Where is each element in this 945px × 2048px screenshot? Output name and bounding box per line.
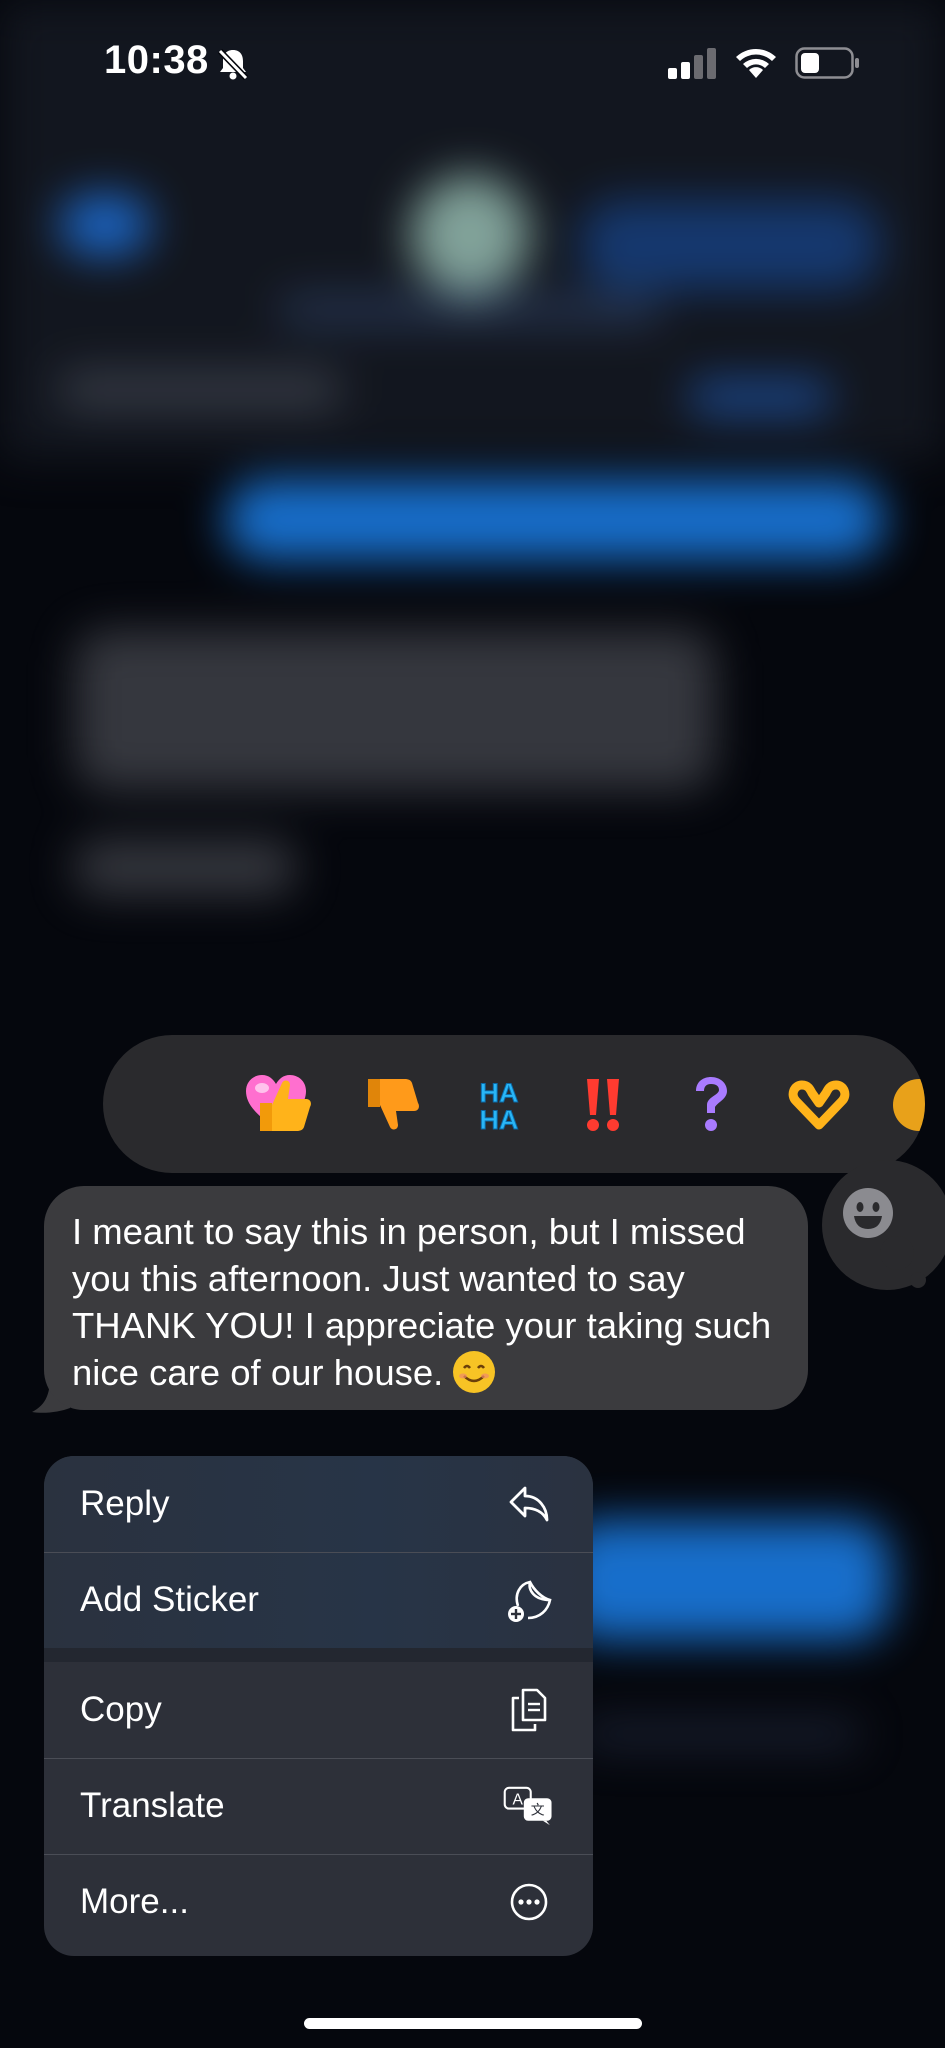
translate-menu-item[interactable]: Translate A 文 [44, 1758, 593, 1854]
copy-menu-item[interactable]: Copy [44, 1662, 593, 1758]
smiley-face-icon [840, 1185, 896, 1246]
haha-reaction-button[interactable]: HA HA [461, 1067, 537, 1143]
double-exclamation-icon [587, 1079, 619, 1131]
translate-icon: A 文 [503, 1780, 555, 1832]
haha-icon: HA HA [479, 1078, 519, 1136]
message-context-menu: Reply Add Sticker Copy Translate A 文 Mor… [44, 1456, 593, 1956]
exclamation-reaction-button[interactable] [566, 1067, 642, 1143]
message-text: I meant to say this in person, but I mis… [72, 1211, 772, 1393]
status-bar: 10:38 [0, 0, 945, 120]
thumbs-down-reaction-button[interactable] [354, 1067, 430, 1143]
svg-text:HA: HA [480, 1078, 519, 1108]
tapback-reaction-bar: HA HA [103, 1035, 925, 1173]
heart-hands-reaction-button[interactable] [781, 1067, 857, 1143]
smiling-face-emoji [453, 1351, 496, 1393]
add-sticker-label: Add Sticker [80, 1580, 259, 1619]
thumbs-up-icon [260, 1080, 311, 1131]
reply-label: Reply [80, 1484, 170, 1523]
question-mark-icon [696, 1077, 727, 1131]
heart-hands-icon [788, 1080, 850, 1130]
message-bubble[interactable]: I meant to say this in person, but I mis… [44, 1186, 808, 1410]
reply-arrow-icon [503, 1478, 555, 1530]
more-menu-item[interactable]: More... [44, 1854, 593, 1950]
add-sticker-icon [503, 1574, 555, 1626]
home-indicator[interactable] [304, 2018, 642, 2029]
cellular-signal-icon [668, 48, 720, 85]
status-time: 10:38 [104, 38, 209, 82]
copy-documents-icon [503, 1684, 555, 1736]
ellipsis-circle-icon [503, 1876, 555, 1928]
wifi-icon [732, 44, 780, 85]
translate-label: Translate [80, 1786, 225, 1825]
thumbs-down-icon [368, 1079, 419, 1130]
svg-text:A: A [513, 1791, 524, 1808]
svg-text:HA: HA [480, 1105, 519, 1135]
reply-menu-item[interactable]: Reply [44, 1456, 593, 1552]
bell-slash-icon [215, 46, 251, 87]
battery-icon [795, 47, 861, 84]
more-reactions-partial[interactable] [881, 1067, 925, 1143]
add-sticker-menu-item[interactable]: Add Sticker [44, 1552, 593, 1648]
more-label: More... [80, 1882, 189, 1921]
svg-text:文: 文 [531, 1803, 545, 1819]
copy-label: Copy [80, 1690, 162, 1729]
question-reaction-button[interactable] [673, 1067, 749, 1143]
thumbs-up-reaction-button[interactable] [246, 1067, 322, 1143]
